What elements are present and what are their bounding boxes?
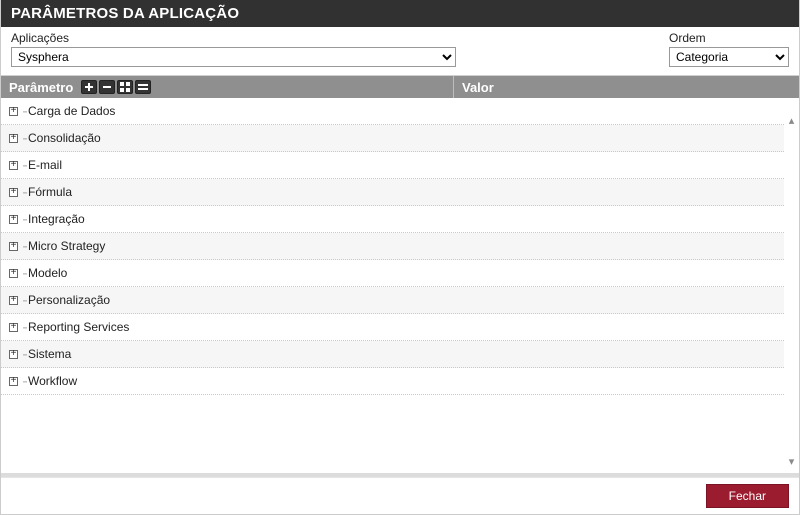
column-header-parameter-label: Parâmetro	[9, 80, 73, 95]
grid-toolbar	[81, 80, 151, 94]
close-button[interactable]: Fechar	[706, 484, 789, 508]
tree-connector-icon: ··	[22, 158, 26, 172]
table-row[interactable]: + ··Fórmula	[1, 179, 784, 206]
table-row[interactable]: + ··E-mail	[1, 152, 784, 179]
grid-body: +··Carga de Dados+··Consolidação+··E-mai…	[1, 98, 799, 473]
table-row[interactable]: + ··Workflow	[1, 368, 784, 395]
row-label: Micro Strategy	[28, 239, 105, 253]
dialog-footer: Fechar	[1, 477, 799, 514]
tree-expand-icon[interactable]	[117, 80, 133, 94]
parameters-grid: Parâmetro Valor	[1, 75, 799, 473]
dialog-title: PARÂMETROS DA APLICAÇÃO	[1, 0, 799, 27]
scroll-up-icon[interactable]: ▴	[784, 113, 799, 128]
expand-icon[interactable]: +	[9, 323, 18, 332]
tree-connector-icon: ··	[22, 104, 26, 118]
expand-icon[interactable]: +	[9, 215, 18, 224]
row-label: Consolidação	[28, 131, 101, 145]
table-row[interactable]: + ··Modelo	[1, 260, 784, 287]
table-row[interactable]: + ··Carga de Dados	[1, 98, 784, 125]
row-label: Sistema	[28, 347, 71, 361]
tree-connector-icon: ··	[22, 239, 26, 253]
table-row[interactable]: + ··Micro Strategy	[1, 233, 784, 260]
table-row[interactable]: + ··Integração	[1, 206, 784, 233]
order-label: Ordem	[669, 31, 789, 45]
expand-icon[interactable]: +	[9, 188, 18, 197]
row-label: Fórmula	[28, 185, 72, 199]
tree-connector-icon: ··	[22, 131, 26, 145]
expand-icon[interactable]: +	[9, 242, 18, 251]
column-header-value[interactable]: Valor	[453, 76, 799, 98]
row-label: Integração	[28, 212, 85, 226]
table-row[interactable]: + ··Sistema	[1, 341, 784, 368]
expand-icon[interactable]: +	[9, 107, 18, 116]
tree-connector-icon: ··	[22, 347, 26, 361]
column-header-parameter[interactable]: Parâmetro	[1, 76, 453, 98]
tree-connector-icon: ··	[22, 185, 26, 199]
table-row[interactable]: + ··Reporting Services	[1, 314, 784, 341]
tree-connector-icon: ··	[22, 320, 26, 334]
tree-connector-icon: ··	[22, 374, 26, 388]
expand-all-plus-icon[interactable]	[81, 80, 97, 94]
row-label: Carga de Dados	[28, 104, 115, 118]
row-label: Personalização	[28, 293, 110, 307]
dialog-window: PARÂMETROS DA APLICAÇÃO Aplicações Sysph…	[0, 0, 800, 515]
table-row[interactable]: + ··Consolidação	[1, 125, 784, 152]
row-label: Workflow	[28, 374, 77, 388]
expand-icon[interactable]: +	[9, 269, 18, 278]
table-row[interactable]: + ··Personalização	[1, 287, 784, 314]
scroll-down-icon[interactable]: ▾	[784, 454, 799, 469]
expand-icon[interactable]: +	[9, 134, 18, 143]
expand-icon[interactable]: +	[9, 161, 18, 170]
row-label: E-mail	[28, 158, 62, 172]
order-select[interactable]: Categoria	[669, 47, 789, 67]
expand-icon[interactable]: +	[9, 350, 18, 359]
order-group: Ordem Categoria	[669, 31, 789, 67]
tree-connector-icon: ··	[22, 293, 26, 307]
applications-label: Aplicações	[11, 31, 629, 45]
expand-icon[interactable]: +	[9, 296, 18, 305]
row-label: Modelo	[28, 266, 67, 280]
column-header-value-label: Valor	[462, 80, 494, 95]
applications-group: Aplicações Sysphera	[11, 31, 629, 67]
filter-bar: Aplicações Sysphera Ordem Categoria	[1, 27, 799, 75]
applications-select[interactable]: Sysphera	[11, 47, 456, 67]
grid-rows: +··Carga de Dados+··Consolidação+··E-mai…	[1, 98, 784, 395]
row-label: Reporting Services	[28, 320, 129, 334]
tree-connector-icon: ··	[22, 266, 26, 280]
collapse-all-minus-icon[interactable]	[99, 80, 115, 94]
expand-icon[interactable]: +	[9, 377, 18, 386]
tree-collapse-icon[interactable]	[135, 80, 151, 94]
tree-connector-icon: ··	[22, 212, 26, 226]
grid-header: Parâmetro Valor	[1, 76, 799, 98]
